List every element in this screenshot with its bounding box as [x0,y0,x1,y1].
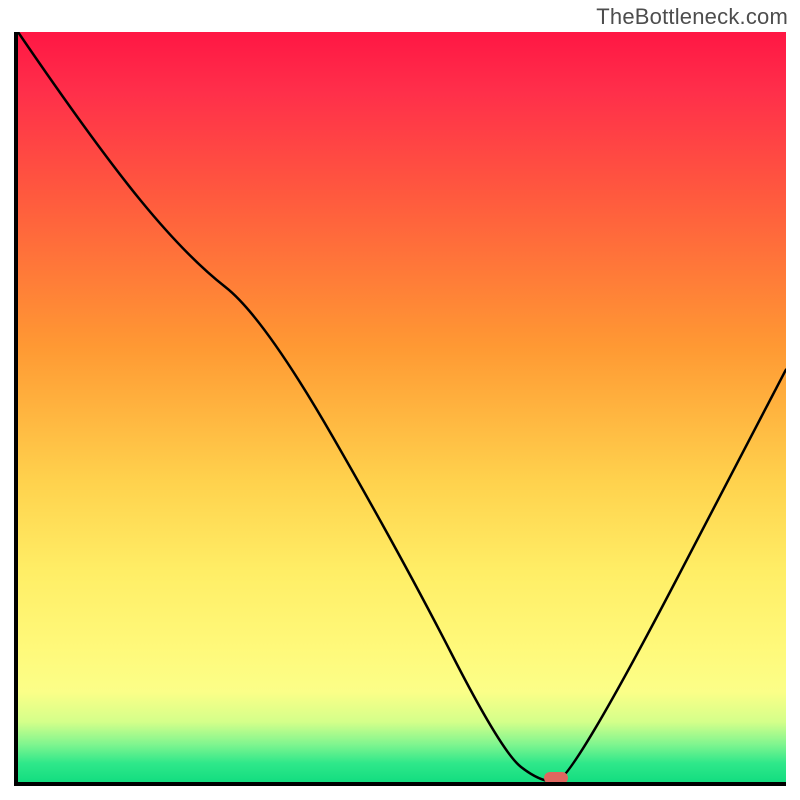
watermark-text: TheBottleneck.com [596,4,788,30]
plot-area [14,32,786,786]
bottleneck-curve [18,32,786,782]
minimum-marker-icon [544,772,568,784]
chart-container: TheBottleneck.com [0,0,800,800]
